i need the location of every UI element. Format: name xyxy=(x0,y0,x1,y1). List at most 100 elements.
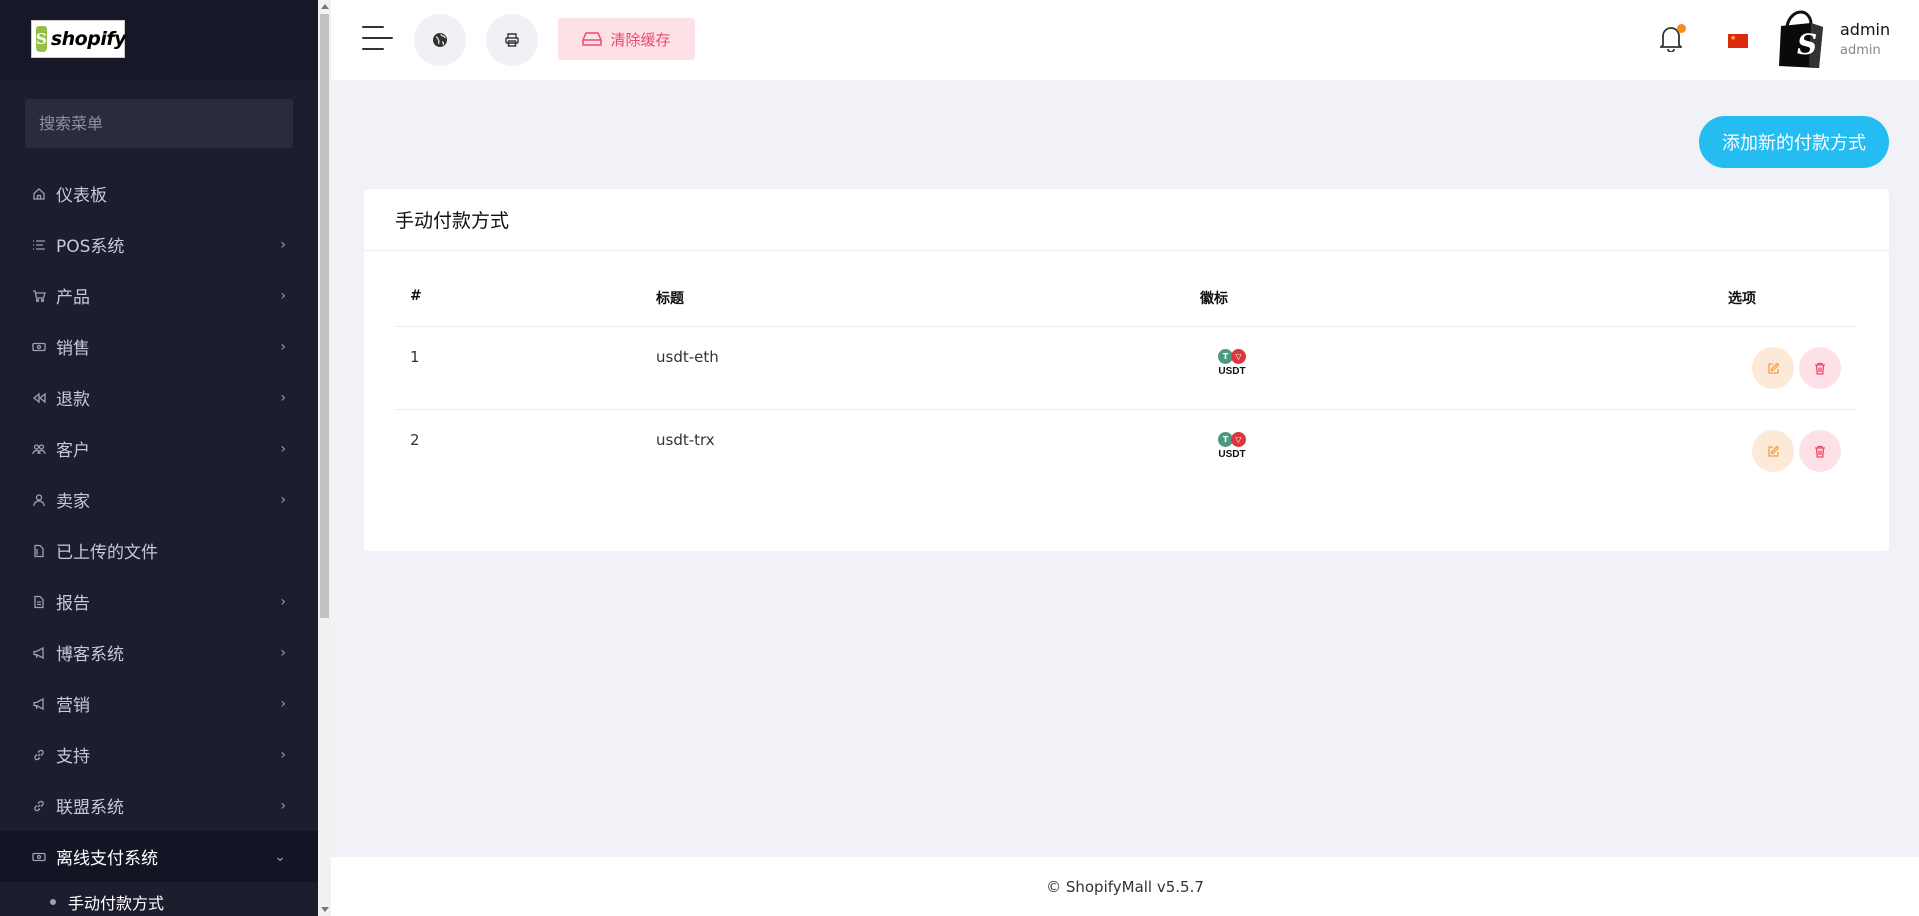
row-title: usdt-trx xyxy=(656,431,715,449)
card-title: 手动付款方式 xyxy=(364,189,1889,251)
chevron-right-icon: › xyxy=(280,389,286,406)
chevron-right-icon: › xyxy=(280,746,286,763)
edit-button[interactable] xyxy=(1752,430,1794,472)
footer-copyright: © ShopifyMall v5.5.7 xyxy=(1046,877,1204,896)
table-row: 1 usdt-eth T ▽ USDT xyxy=(395,327,1857,410)
svg-text:S: S xyxy=(1797,28,1817,61)
row-title: usdt-eth xyxy=(656,348,719,366)
money-icon xyxy=(32,340,46,354)
sidebar-item-label: 销售 xyxy=(56,339,90,359)
usdt-logo-label: USDT xyxy=(1218,366,1246,377)
sidebar-item-refunds[interactable]: 退款 › xyxy=(0,372,318,423)
sidebar-item-uploaded-files[interactable]: 已上传的文件 xyxy=(0,525,318,576)
delete-button[interactable] xyxy=(1799,347,1841,389)
bullet-icon xyxy=(50,899,56,905)
sidebar-scrollbar[interactable] xyxy=(318,0,331,916)
chevron-right-icon: › xyxy=(280,440,286,457)
usdt-logo: T ▽ USDT xyxy=(1217,432,1247,464)
usdt-logo-label: USDT xyxy=(1218,449,1246,460)
delete-button[interactable] xyxy=(1799,430,1841,472)
sidebar-item-customers[interactable]: 客户 › xyxy=(0,423,318,474)
clear-cache-label: 清除缓存 xyxy=(610,30,671,49)
menu-search xyxy=(25,99,293,148)
chevron-right-icon: › xyxy=(280,491,286,508)
sidebar-item-label: POS系统 xyxy=(56,237,125,257)
sidebar-item-support[interactable]: 支持 › xyxy=(0,729,318,780)
column-header-title: 标题 xyxy=(656,291,684,307)
report-icon xyxy=(32,595,46,609)
sidebar-item-dashboard[interactable]: 仪表板 xyxy=(0,168,318,219)
avatar[interactable]: S xyxy=(1775,10,1829,68)
footer: © ShopifyMall v5.5.7 xyxy=(331,857,1919,916)
row-number: 2 xyxy=(410,431,420,449)
printer-icon xyxy=(505,33,519,47)
sidebar-item-label: 离线支付系统 xyxy=(56,849,158,869)
scrollbar-thumb[interactable] xyxy=(320,14,329,618)
sidebar-item-label: 卖家 xyxy=(56,492,90,512)
sidebar-item-affiliate[interactable]: 联盟系统 › xyxy=(0,780,318,831)
globe-icon xyxy=(433,33,447,47)
sidebar-item-blog[interactable]: 博客系统 › xyxy=(0,627,318,678)
shopify-logo[interactable]: S shopify xyxy=(31,20,127,58)
chevron-right-icon: › xyxy=(280,593,286,610)
sidebar-item-sellers[interactable]: 卖家 › xyxy=(0,474,318,525)
top-header: 清除缓存 ★ S admin admin xyxy=(331,0,1919,80)
table-row: 2 usdt-trx T ▽ USDT xyxy=(395,410,1857,493)
payment-methods-table: # 标题 徽标 选项 1 usdt-eth T ▽ USDT 2 usdt-tr… xyxy=(395,272,1857,493)
print-button[interactable] xyxy=(486,14,538,66)
notification-badge xyxy=(1677,24,1686,33)
user-role: admin xyxy=(1840,43,1881,58)
folder-icon xyxy=(32,544,46,558)
money-icon xyxy=(32,850,46,864)
chevron-right-icon: › xyxy=(280,797,286,814)
menu-search-input[interactable] xyxy=(39,114,279,133)
column-header-number: # xyxy=(410,288,422,304)
sidebar-item-label: 博客系统 xyxy=(56,645,124,665)
add-payment-method-button[interactable]: 添加新的付款方式 xyxy=(1699,116,1889,168)
scroll-up-icon[interactable] xyxy=(321,4,329,9)
scroll-down-icon[interactable] xyxy=(321,907,329,912)
tron-coin-icon: ▽ xyxy=(1231,432,1246,447)
sidebar-subitem-label: 手动付款方式 xyxy=(68,894,165,913)
edit-button[interactable] xyxy=(1752,347,1794,389)
trash-icon xyxy=(1815,445,1825,458)
notification-button[interactable] xyxy=(1658,24,1686,54)
sidebar-item-products[interactable]: 产品 › xyxy=(0,270,318,321)
sidebar-item-marketing[interactable]: 营销 › xyxy=(0,678,318,729)
logo-text: shopify xyxy=(50,28,127,50)
column-header-options: 选项 xyxy=(1728,291,1756,307)
list-icon xyxy=(32,238,46,252)
chevron-right-icon: › xyxy=(280,236,286,253)
trash-icon xyxy=(1815,362,1825,375)
chevron-right-icon: › xyxy=(280,338,286,355)
sidebar-subitem-manual-payment[interactable]: 手动付款方式 xyxy=(0,882,318,916)
column-header-logo: 徽标 xyxy=(1200,291,1228,307)
usdt-logo: T ▽ USDT xyxy=(1217,349,1247,381)
clear-cache-button[interactable]: 清除缓存 xyxy=(558,18,695,60)
sidebar-item-label: 客户 xyxy=(56,441,90,461)
hamburger-menu-icon[interactable] xyxy=(362,26,393,52)
sidebar-item-label: 报告 xyxy=(56,594,90,614)
user-icon xyxy=(32,493,46,507)
sidebar-menu: 仪表板 POS系统 › 产品 › 销售 › 退款 › 客户 › 卖家 › 已上传… xyxy=(0,168,318,916)
manual-payment-card: 手动付款方式 # 标题 徽标 选项 1 usdt-eth T ▽ USDT 2 … xyxy=(364,189,1889,551)
sidebar-item-label: 联盟系统 xyxy=(56,798,124,818)
table-header-row: # 标题 徽标 选项 xyxy=(395,272,1857,327)
edit-icon xyxy=(1767,362,1779,374)
megaphone-icon xyxy=(32,646,46,660)
flag-star-icon: ★ xyxy=(1730,34,1737,42)
sidebar-item-label: 仪表板 xyxy=(56,186,107,206)
sidebar: S shopify 仪表板 POS系统 › 产品 › xyxy=(0,0,318,916)
globe-button[interactable] xyxy=(414,14,466,66)
hard-drive-icon xyxy=(582,32,603,46)
shopping-bag-icon: S xyxy=(36,26,47,52)
sidebar-item-offline-payment[interactable]: 离线支付系统 ⌄ xyxy=(0,831,318,882)
sidebar-item-pos[interactable]: POS系统 › xyxy=(0,219,318,270)
language-flag-china[interactable]: ★ xyxy=(1728,34,1748,48)
megaphone-icon xyxy=(32,697,46,711)
shopify-bag-avatar-icon: S xyxy=(1779,10,1823,68)
rewind-icon xyxy=(32,391,46,405)
sidebar-item-reports[interactable]: 报告 › xyxy=(0,576,318,627)
sidebar-item-sales[interactable]: 销售 › xyxy=(0,321,318,372)
row-number: 1 xyxy=(410,348,420,366)
